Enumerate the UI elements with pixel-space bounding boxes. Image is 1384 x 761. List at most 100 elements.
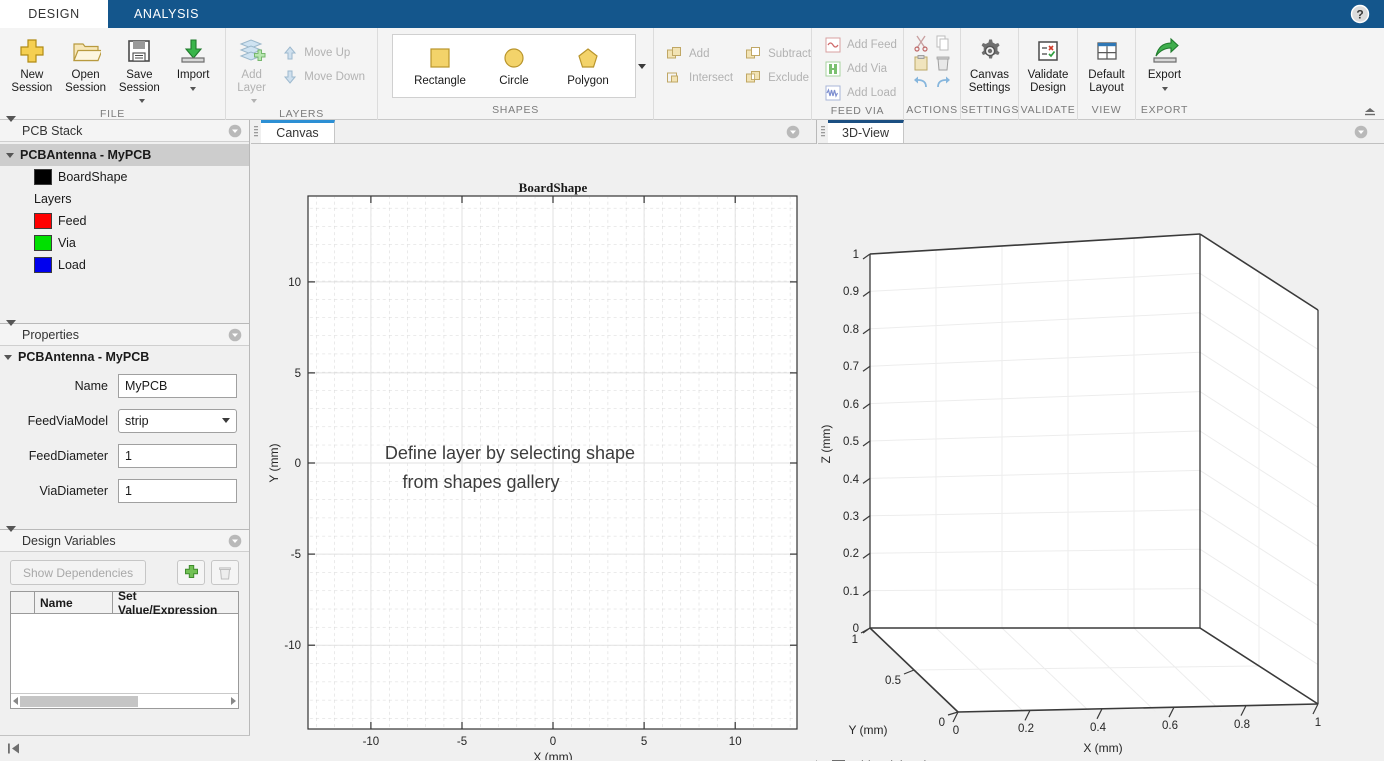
canvas-hint-line2: from shapes gallery: [402, 472, 559, 492]
open-session-button[interactable]: Open Session: [60, 32, 112, 95]
scroll-thumb[interactable]: [20, 695, 138, 707]
copy-icon[interactable]: [934, 34, 952, 52]
polygon-shape-icon: [574, 46, 602, 72]
default-layout-button[interactable]: Default Layout: [1084, 32, 1129, 95]
canvas-plot[interactable]: BoardShape -10 -5 0 5 10 10 5 0 -5 -10 X…: [251, 144, 817, 761]
boolean-exclude-button[interactable]: Exclude: [739, 66, 817, 90]
name-field[interactable]: MyPCB: [118, 373, 237, 398]
canvas-ytick-2: 0: [295, 458, 301, 470]
shapes-gallery-expand-button[interactable]: [636, 34, 647, 98]
view3d-xtick-2: 0.4: [1090, 722, 1107, 734]
add-feed-button[interactable]: Add Feed: [818, 33, 903, 57]
panel-options-icon[interactable]: [228, 534, 242, 548]
save-session-caret-icon[interactable]: [138, 98, 145, 103]
import-button[interactable]: Import: [167, 32, 219, 95]
cut-icon[interactable]: [912, 34, 930, 52]
circle-shape-button[interactable]: Circle: [477, 46, 551, 87]
help-circle-icon[interactable]: ?: [1350, 4, 1370, 24]
canvas-tabstrip-filler: [335, 120, 816, 143]
tree-item-layers[interactable]: Layers: [0, 188, 249, 210]
rectangle-shape-button[interactable]: Rectangle: [403, 46, 477, 87]
canvas-xtick-2: 0: [550, 736, 556, 748]
table-col-value[interactable]: Set Value/Expression: [113, 589, 238, 617]
ribbon-group-shapes: Rectangle Circle Polygon SHAPES: [377, 28, 653, 120]
tree-item-load-label: Load: [58, 258, 86, 272]
tree-item-load[interactable]: Load: [0, 254, 249, 276]
feedviamodel-select[interactable]: strip: [118, 408, 237, 433]
table-col-name[interactable]: Name: [35, 592, 113, 613]
collapse-triangle-icon[interactable]: [6, 115, 16, 140]
boolean-subtract-label: Subtract: [768, 48, 811, 60]
undo-icon[interactable]: [912, 74, 930, 92]
show-dependencies-button[interactable]: Show Dependencies: [10, 560, 147, 585]
add-via-button[interactable]: Add Via: [818, 57, 903, 81]
view3d-plot[interactable]: 1 0.9 0.8 0.7 0.6 0.5 0.4 0.3 0.2 0.1 0 …: [818, 144, 1384, 761]
scroll-right-arrow-icon[interactable]: [231, 697, 236, 705]
tab-canvas[interactable]: Canvas: [261, 120, 335, 143]
dock-grip-handle[interactable]: [251, 120, 261, 143]
export-caret-icon[interactable]: [1161, 87, 1168, 91]
collapse-left-icon[interactable]: [7, 742, 22, 755]
validate-design-button[interactable]: Validate Design: [1025, 32, 1071, 95]
open-session-label-2: Session: [65, 82, 107, 94]
add-layer-caret-icon[interactable]: [250, 98, 257, 103]
tree-item-pcbantenna[interactable]: PCBAntenna - MyPCB: [0, 144, 249, 166]
view3d-ztick-8: 0.8: [843, 324, 859, 336]
paste-icon[interactable]: [912, 54, 930, 72]
ribbon-group-boolean-label: [654, 104, 811, 120]
scroll-left-arrow-icon[interactable]: [13, 697, 18, 705]
tree-item-feed[interactable]: Feed: [0, 210, 249, 232]
add-variable-button[interactable]: [177, 560, 205, 585]
add-load-button[interactable]: Add Load: [818, 81, 903, 105]
properties-expander-icon[interactable]: [4, 354, 12, 360]
add-layer-button[interactable]: Add Layer: [232, 32, 271, 108]
tab-design[interactable]: DESIGN: [0, 0, 108, 28]
collapse-ribbon-icon[interactable]: [1362, 103, 1378, 117]
boolean-add-label: Add: [689, 48, 710, 60]
panel-options-icon[interactable]: [786, 125, 800, 139]
canvas-settings-button[interactable]: Canvas Settings: [967, 32, 1012, 95]
save-session-label-1: Save: [126, 69, 153, 81]
tree-item-via[interactable]: Via: [0, 232, 249, 254]
canvas-xtick-4: 10: [729, 736, 742, 748]
design-variables-hscrollbar[interactable]: [11, 693, 238, 708]
properties-subtitle-row: PCBAntenna - MyPCB: [0, 346, 249, 368]
polygon-shape-button[interactable]: Polygon: [551, 46, 625, 87]
view3d-ztick-6: 0.6: [843, 399, 859, 411]
new-session-button[interactable]: New Session: [6, 32, 58, 95]
boolean-add-button[interactable]: Add: [660, 42, 739, 66]
default-layout-label-2: Layout: [1089, 82, 1124, 94]
view3d-ztick-2: 0.2: [843, 548, 859, 560]
move-up-button[interactable]: Move Up: [275, 41, 371, 65]
boolean-subtract-button[interactable]: Subtract: [739, 42, 817, 66]
boolean-intersect-button[interactable]: Intersect: [660, 66, 739, 90]
panel-options-icon[interactable]: [228, 124, 242, 138]
view3d-xtick-4: 0.8: [1234, 719, 1250, 731]
properties-panel-header: Properties: [0, 319, 249, 346]
tree-expander-icon[interactable]: [6, 152, 14, 158]
rectangle-shape-icon: [426, 46, 454, 72]
panel-options-icon[interactable]: [228, 328, 242, 342]
collapse-triangle-icon[interactable]: [6, 319, 16, 344]
design-variables-table-body[interactable]: [11, 614, 238, 693]
load-icon: [824, 85, 841, 102]
tree-item-boardshape[interactable]: BoardShape: [0, 166, 249, 188]
delete-trash-icon[interactable]: [934, 54, 952, 72]
import-caret-icon[interactable]: [190, 87, 197, 91]
tab-3d-view[interactable]: 3D-View: [828, 120, 905, 143]
collapse-triangle-icon[interactable]: [6, 525, 16, 550]
redo-icon[interactable]: [934, 74, 952, 92]
move-down-button[interactable]: Move Down: [275, 65, 371, 89]
design-variables-table: Name Set Value/Expression: [10, 589, 239, 709]
viadiameter-field[interactable]: 1: [118, 478, 237, 503]
ribbon-group-validate-label: VALIDATE: [1020, 104, 1076, 116]
delete-variable-button[interactable]: [211, 560, 239, 585]
export-button[interactable]: Export: [1142, 32, 1187, 95]
dock-grip-handle[interactable]: [818, 120, 828, 143]
panel-options-icon[interactable]: [1354, 125, 1368, 139]
view3d-xtick-3: 0.6: [1162, 720, 1178, 732]
tab-analysis[interactable]: ANALYSIS: [108, 0, 225, 28]
feeddiameter-field[interactable]: 1: [118, 443, 237, 468]
save-session-button[interactable]: Save Session: [114, 32, 166, 108]
default-layout-label-1: Default: [1088, 69, 1125, 81]
